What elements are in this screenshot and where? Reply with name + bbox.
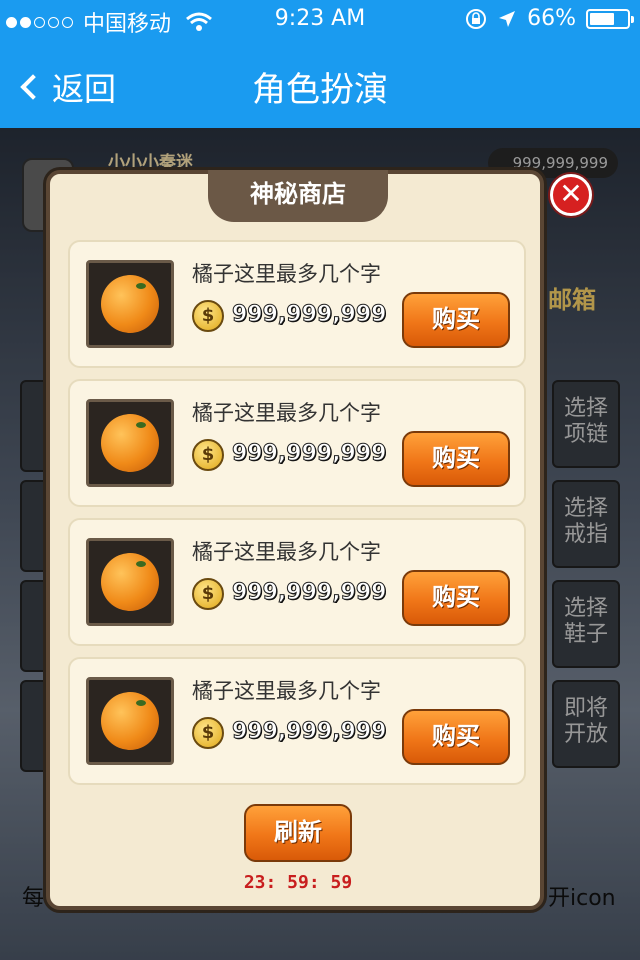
close-icon[interactable]: ✕ <box>550 174 592 216</box>
coin-icon: $ <box>192 717 224 749</box>
item-price: 999,999,999 <box>231 441 387 467</box>
buy-button[interactable]: 购买 <box>402 709 510 765</box>
item-name: 橘子这里最多几个字 <box>192 540 381 564</box>
battery-fill <box>590 12 614 25</box>
navigation-bar: 返回 角色扮演 <box>0 40 640 128</box>
status-bar: 中国移动 9:23 AM 66% <box>0 0 640 40</box>
item-image <box>86 399 174 487</box>
orange-icon <box>101 414 159 472</box>
coin-icon: $ <box>192 439 224 471</box>
buy-button[interactable]: 购买 <box>402 431 510 487</box>
item-name: 橘子这里最多几个字 <box>192 262 381 286</box>
orange-icon <box>101 275 159 333</box>
item-image <box>86 677 174 765</box>
item-price: 999,999,999 <box>231 719 387 745</box>
dialog-title: 神秘商店 <box>208 170 388 222</box>
item-price: 999,999,999 <box>231 302 387 328</box>
battery-percent: 66% <box>527 6 576 31</box>
item-image <box>86 538 174 626</box>
page-title: 角色扮演 <box>252 70 388 110</box>
refresh-countdown: 23: 59: 59 <box>243 872 353 893</box>
shop-item: 橘子这里最多几个字 $ 999,999,999 购买 <box>68 240 526 368</box>
orange-icon <box>101 692 159 750</box>
buy-button[interactable]: 购买 <box>402 292 510 348</box>
item-name: 橘子这里最多几个字 <box>192 679 381 703</box>
shop-item: 橘子这里最多几个字 $ 999,999,999 购买 <box>68 379 526 507</box>
item-price: 999,999,999 <box>231 580 387 606</box>
coin-icon: $ <box>192 300 224 332</box>
refresh-button[interactable]: 刷新 <box>244 804 352 862</box>
item-name: 橘子这里最多几个字 <box>192 401 381 425</box>
buy-button[interactable]: 购买 <box>402 570 510 626</box>
item-image <box>86 260 174 348</box>
coin-icon: $ <box>192 578 224 610</box>
mystery-shop-dialog: 神秘商店 橘子这里最多几个字 $ 999,999,999 购买 橘子这里最多几个… <box>46 170 544 910</box>
location-arrow-icon <box>499 10 516 27</box>
battery-icon <box>586 8 634 29</box>
shop-item: 橘子这里最多几个字 $ 999,999,999 购买 <box>68 657 526 785</box>
orange-icon <box>101 553 159 611</box>
rotation-lock-icon <box>466 8 487 29</box>
shop-item: 橘子这里最多几个字 $ 999,999,999 购买 <box>68 518 526 646</box>
status-right-group: 66% <box>465 6 634 31</box>
